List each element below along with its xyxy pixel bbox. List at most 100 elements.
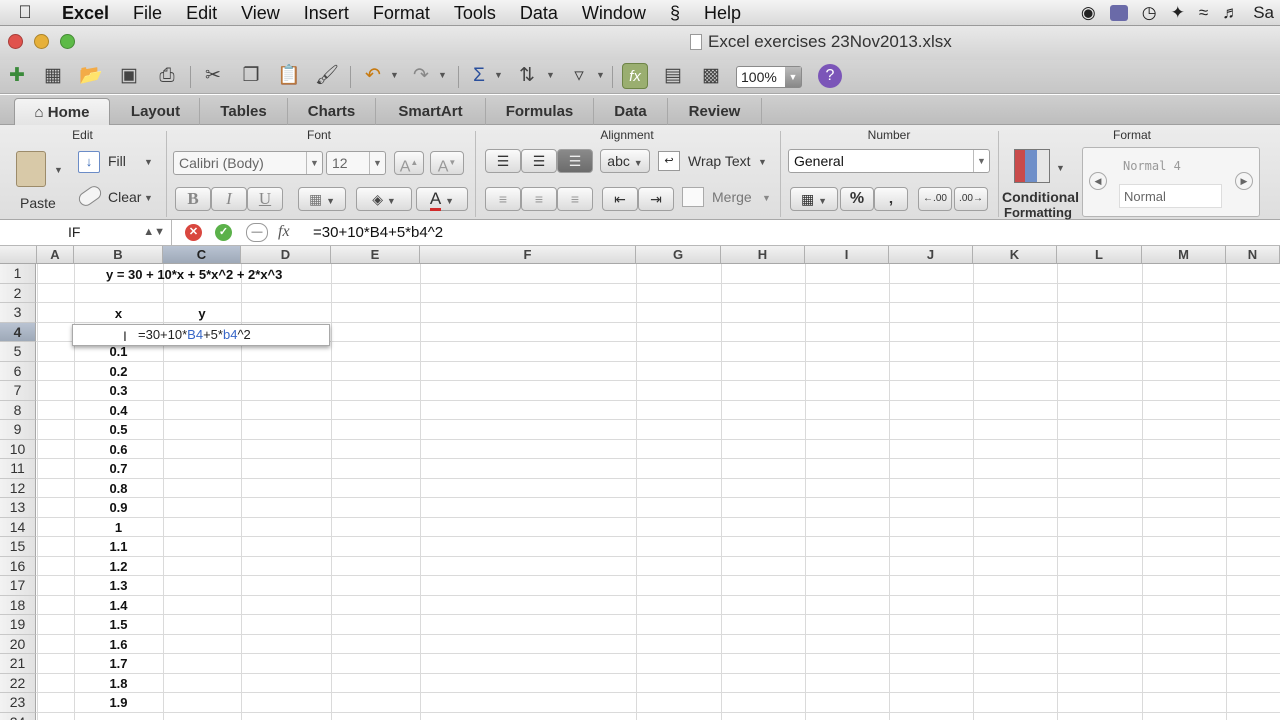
sort-dropdown-icon[interactable]: ▼ — [546, 70, 555, 80]
cell-edit-box[interactable]: I =30+10*B4+5*b4^2 — [72, 324, 330, 346]
close-window-button[interactable] — [8, 34, 23, 49]
row-header-11[interactable]: 11 — [0, 459, 36, 479]
shrink-font-button[interactable]: A▼ — [430, 151, 464, 175]
column-header-h[interactable]: H — [721, 246, 805, 264]
column-header-c[interactable]: C — [163, 246, 241, 264]
column-header-k[interactable]: K — [973, 246, 1057, 264]
styles-prev-icon[interactable]: ◀ — [1089, 172, 1107, 190]
redo-icon[interactable]: ↷ — [408, 63, 434, 89]
column-header-m[interactable]: M — [1142, 246, 1226, 264]
number-format-select[interactable]: General ▼ — [788, 149, 990, 173]
bold-button[interactable]: B — [175, 187, 211, 211]
clear-button[interactable]: Clear ▼ — [76, 183, 158, 211]
align-center-button[interactable]: ≡ — [521, 187, 557, 211]
column-header-e[interactable]: E — [331, 246, 420, 264]
column-header-a[interactable]: A — [37, 246, 74, 264]
wifi-icon[interactable]: ≈ — [1199, 3, 1208, 23]
menu-tools[interactable]: Tools — [442, 0, 508, 26]
filter-dropdown-icon[interactable]: ▼ — [596, 70, 605, 80]
apple-icon[interactable]:  — [0, 2, 50, 23]
cell-x-value[interactable]: 0.7 — [74, 459, 163, 478]
column-header-g[interactable]: G — [636, 246, 721, 264]
cell-x-value[interactable]: 1.4 — [74, 596, 163, 615]
font-size-dropdown-icon[interactable]: ▼ — [369, 152, 385, 174]
align-right-button[interactable]: ≡ — [557, 187, 593, 211]
show-toolbox-icon[interactable]: ▤ — [660, 63, 686, 89]
autosum-icon[interactable]: Σ — [466, 63, 492, 89]
menu-file[interactable]: File — [121, 0, 174, 26]
column-header-b[interactable]: B — [74, 246, 163, 264]
comma-style-button[interactable]: ‚ — [874, 187, 908, 211]
record-icon[interactable]: ◉ — [1081, 3, 1096, 23]
decrease-indent-button[interactable]: ⇤ — [602, 187, 638, 211]
font-name-dropdown-icon[interactable]: ▼ — [306, 152, 322, 174]
cell-x-value[interactable]: 1.5 — [74, 615, 163, 634]
cell-x-value[interactable]: 1.8 — [74, 674, 163, 693]
undo-icon[interactable]: ↶ — [360, 63, 386, 89]
undo-dropdown-icon[interactable]: ▼ — [390, 70, 399, 80]
menu-data[interactable]: Data — [508, 0, 570, 26]
wrap-text-button[interactable]: ↩ Wrap Text ▼ — [658, 151, 770, 175]
row-header-21[interactable]: 21 — [0, 654, 36, 674]
row-header-2[interactable]: 2 — [0, 283, 36, 303]
row-header-1[interactable]: 1 — [0, 264, 36, 284]
cell-x-value[interactable]: 1.1 — [74, 537, 163, 556]
filter-icon[interactable]: ▿ — [566, 63, 592, 89]
autosum-dropdown-icon[interactable]: ▼ — [494, 70, 503, 80]
row-header-4[interactable]: 4 — [0, 322, 36, 342]
column-header-i[interactable]: I — [805, 246, 889, 264]
font-name-select[interactable]: Calibri (Body) ▼ — [173, 151, 323, 175]
print-icon[interactable]: ⎙ — [154, 63, 180, 89]
menu-format[interactable]: Format — [361, 0, 442, 26]
cell-x-value[interactable]: 1.7 — [74, 654, 163, 673]
row-header-16[interactable]: 16 — [0, 556, 36, 576]
align-left-button[interactable]: ≡ — [485, 187, 521, 211]
style-normal-4[interactable]: Normal 4 — [1119, 154, 1222, 178]
underline-button[interactable]: U — [247, 187, 283, 211]
zoom-dropdown-icon[interactable]: ▼ — [785, 67, 801, 87]
row-header-3[interactable]: 3 — [0, 303, 36, 323]
cell-x-value[interactable]: 0.9 — [74, 498, 163, 517]
row-header-10[interactable]: 10 — [0, 439, 36, 459]
style-normal[interactable]: Normal — [1119, 184, 1222, 208]
cell-x-value[interactable]: 1 — [74, 518, 163, 537]
row-header-9[interactable]: 9 — [0, 420, 36, 440]
templates-icon[interactable]: ▦ — [40, 63, 66, 89]
new-document-icon[interactable]: ✚ — [4, 63, 30, 89]
styles-next-icon[interactable]: ▶ — [1235, 172, 1253, 190]
row-header-23[interactable]: 23 — [0, 693, 36, 713]
grow-font-button[interactable]: A▲ — [394, 151, 424, 175]
confirm-entry-icon[interactable]: ✓ — [215, 224, 232, 241]
fill-color-button[interactable]: ◈ ▼ — [356, 187, 412, 211]
align-middle-button[interactable]: ☰ — [521, 149, 557, 173]
row-header-19[interactable]: 19 — [0, 615, 36, 635]
formula-input[interactable]: =30+10*B4+5*b4^2 — [313, 220, 443, 245]
tab-home[interactable]: ⌂ Home — [14, 98, 110, 125]
decrease-decimal-button[interactable]: .00→ — [954, 187, 988, 211]
formula-builder-toggle-icon[interactable]: — — [246, 223, 268, 242]
paste-button[interactable]: ▼ Paste — [10, 147, 66, 215]
formula-builder-icon[interactable]: fx — [622, 63, 648, 89]
cell-styles-gallery[interactable]: ◀ Normal 4 Normal ▶ — [1082, 147, 1260, 217]
column-header-l[interactable]: L — [1057, 246, 1142, 264]
tab-layout[interactable]: Layout — [112, 98, 200, 125]
column-header-n[interactable]: N — [1226, 246, 1280, 264]
menu-edit[interactable]: Edit — [174, 0, 229, 26]
tab-data[interactable]: Data — [594, 98, 668, 125]
row-header-6[interactable]: 6 — [0, 361, 36, 381]
sort-icon[interactable]: ⇅ — [514, 63, 540, 89]
accounting-format-button[interactable]: ▦ ▼ — [790, 187, 838, 211]
cell-x-value[interactable]: 1.3 — [74, 576, 163, 595]
script-menu-icon[interactable]: § — [658, 0, 692, 26]
paste-icon[interactable]: 📋 — [276, 63, 302, 89]
row-header-12[interactable]: 12 — [0, 478, 36, 498]
conditional-formatting-button[interactable]: ▼ Conditional Formatting — [1002, 147, 1079, 220]
menu-help[interactable]: Help — [692, 0, 753, 26]
redo-dropdown-icon[interactable]: ▼ — [438, 70, 447, 80]
tab-tables[interactable]: Tables — [200, 98, 288, 125]
row-header-8[interactable]: 8 — [0, 400, 36, 420]
minimize-window-button[interactable] — [34, 34, 49, 49]
merge-button[interactable]: Merge ▼ — [682, 187, 774, 211]
cell-b1-title[interactable]: y = 30 + 10*x + 5*x^2 + 2*x^3 — [106, 265, 282, 284]
name-box[interactable]: IF ▲▼ — [0, 220, 172, 245]
